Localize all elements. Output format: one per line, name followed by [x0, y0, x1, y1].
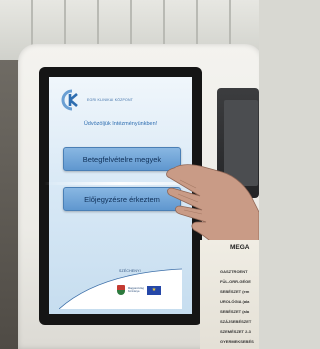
hand-icon — [166, 164, 259, 250]
kiosk-photo: EGRI KLINIKAI KÖZPONT Üdvözöljük Intézmé… — [0, 0, 259, 349]
program-name: SZÉCHENYI — [119, 269, 141, 273]
government-label: Magyarország Kormánya — [128, 287, 144, 293]
notice-line: SZEMÉSZET 2-3 — [220, 329, 251, 334]
notice-line: SZÁJSEBÉSZET — [220, 319, 252, 324]
clinic-logo-icon — [61, 89, 78, 111]
notice-title: MEGA — [230, 244, 250, 251]
notice-line: SEBÉSZET (em — [220, 289, 250, 294]
notice-line: FÜL-ORR-GÉGE — [220, 279, 251, 284]
department-notice: MEGA GASZTROENT FÜL-ORR-GÉGE SEBÉSZET (e… — [200, 240, 259, 349]
notice-line: SEBÉSZET (ala — [220, 309, 250, 314]
funding-footer: SZÉCHENYI Magyarország Kormánya ★ — [59, 265, 182, 309]
notice-line: GASZTROENT — [220, 269, 248, 274]
clinic-name: EGRI KLINIKAI KÖZPONT — [87, 98, 134, 102]
welcome-text: Üdvözöljük Intézményünkben! — [83, 121, 158, 127]
notice-line: GYERMEKSEBÉS — [220, 339, 254, 344]
clinic-logo: EGRI KLINIKAI KÖZPONT — [61, 89, 133, 111]
coat-of-arms-icon — [117, 285, 125, 295]
eu-flag-icon: ★ — [147, 285, 161, 295]
funding-logos: Magyarország Kormánya ★ — [117, 285, 161, 295]
notice-line: UROLÓGIA (ala — [220, 299, 250, 304]
